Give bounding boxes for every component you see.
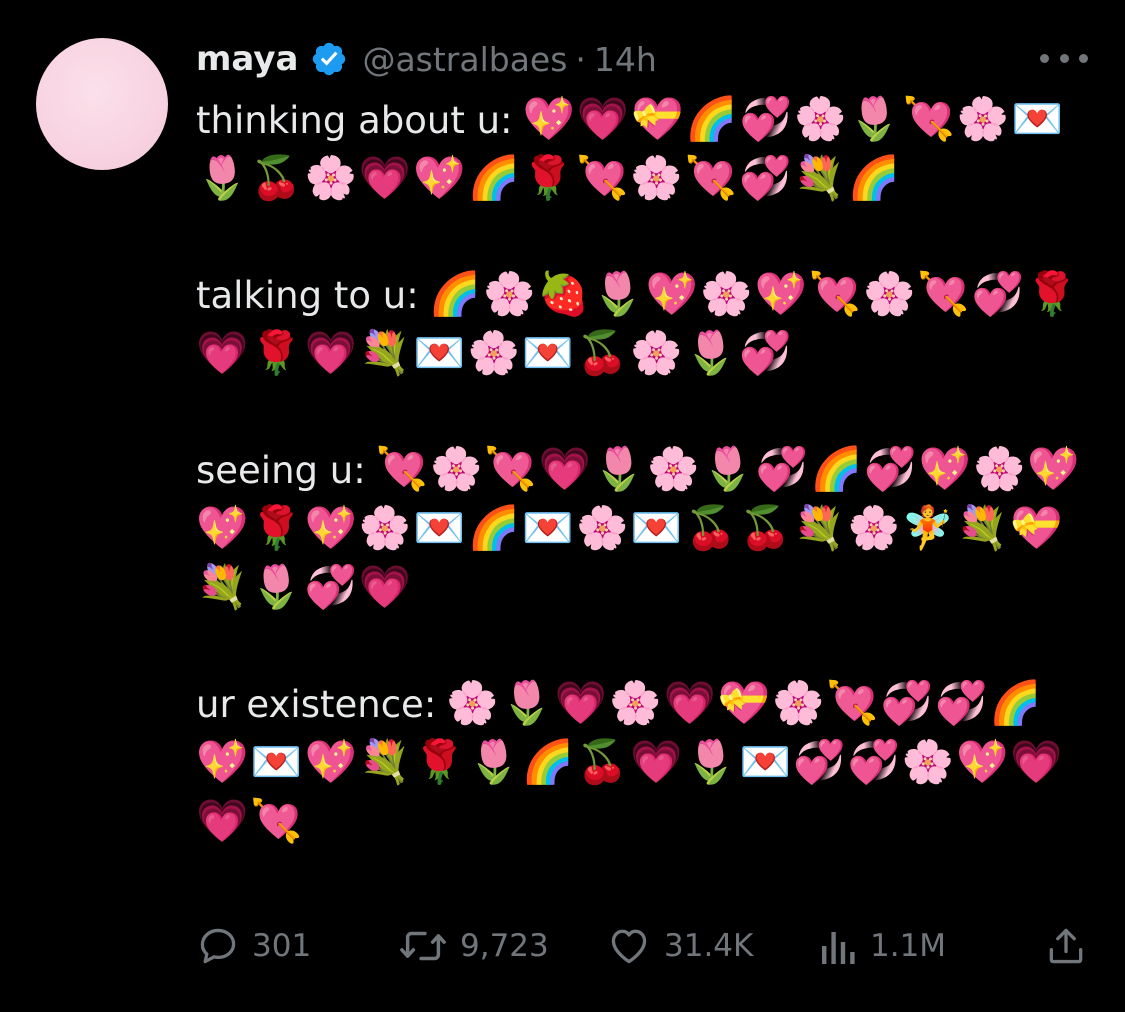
tweet-header: maya @astralbaes · 14h <box>196 34 657 84</box>
retweet-button[interactable]: 9,723 <box>398 918 549 974</box>
reply-icon <box>200 928 236 964</box>
retweet-icon <box>400 931 446 961</box>
handle[interactable]: @astralbaes <box>362 40 567 79</box>
like-count: 31.4K <box>664 928 754 964</box>
like-button[interactable]: 31.4K <box>606 918 753 974</box>
paragraph-label: thinking about u: <box>196 99 513 142</box>
views-count: 1.1M <box>870 928 947 964</box>
retweet-count: 9,723 <box>460 928 549 964</box>
paragraph-seeing: seeing u: 💘🌸💘💗🌷🌸🌷💞🌈💞💖🌸💖💖🌹💖🌸💌🌈💌🌸💌🍒🍒💐🌸🧚💐💝💐🌷… <box>196 440 1086 617</box>
avatar[interactable] <box>36 38 168 170</box>
reply-button[interactable]: 301 <box>196 918 311 974</box>
views-icon <box>822 932 855 964</box>
paragraph-existence: ur existence: 🌸🌷💗🌸💗💝🌸💘💞💞🌈💖💌💖💐🌹🌷🌈🍒💗🌷💌💞💞🌸💖💗… <box>196 674 1086 851</box>
more-dot <box>1040 53 1049 63</box>
timestamp[interactable]: 14h <box>594 40 657 79</box>
paragraph-label: seeing u: <box>196 449 366 492</box>
paragraph-label: talking to u: <box>196 274 419 317</box>
reply-count: 301 <box>252 928 312 964</box>
more-dot <box>1079 53 1088 63</box>
share-button[interactable] <box>1044 918 1088 974</box>
action-bar: 301 9,723 31.4K 1.1M <box>196 918 1086 974</box>
tweet[interactable]: maya @astralbaes · 14h thinking about u:… <box>0 0 1125 1012</box>
paragraph-talking: talking to u: 🌈🌸🍓🌷💖🌸💖💘🌸💘💞🌹💗🌹💗💐💌🌸💌🍒🌸🌷💞 <box>196 265 1086 383</box>
views-button[interactable]: 1.1M <box>818 918 946 974</box>
paragraph-label: ur existence: <box>196 683 437 726</box>
display-name[interactable]: maya <box>196 39 298 79</box>
tweet-text: thinking about u: 💖💗💝🌈💞🌸🌷💘🌸💌🌷🍒🌸💗💖🌈🌹💘🌸💘💞💐🌈… <box>196 90 1086 851</box>
like-icon <box>611 929 647 964</box>
verified-badge-icon <box>313 42 346 76</box>
more-dot <box>1059 53 1069 63</box>
more-options-icon[interactable] <box>1040 48 1088 68</box>
paragraph-thinking: thinking about u: 💖💗💝🌈💞🌸🌷💘🌸💌🌷🍒🌸💗💖🌈🌹💘🌸💘💞💐🌈 <box>196 90 1086 208</box>
share-icon <box>1049 928 1083 964</box>
separator-dot: · <box>575 39 586 79</box>
